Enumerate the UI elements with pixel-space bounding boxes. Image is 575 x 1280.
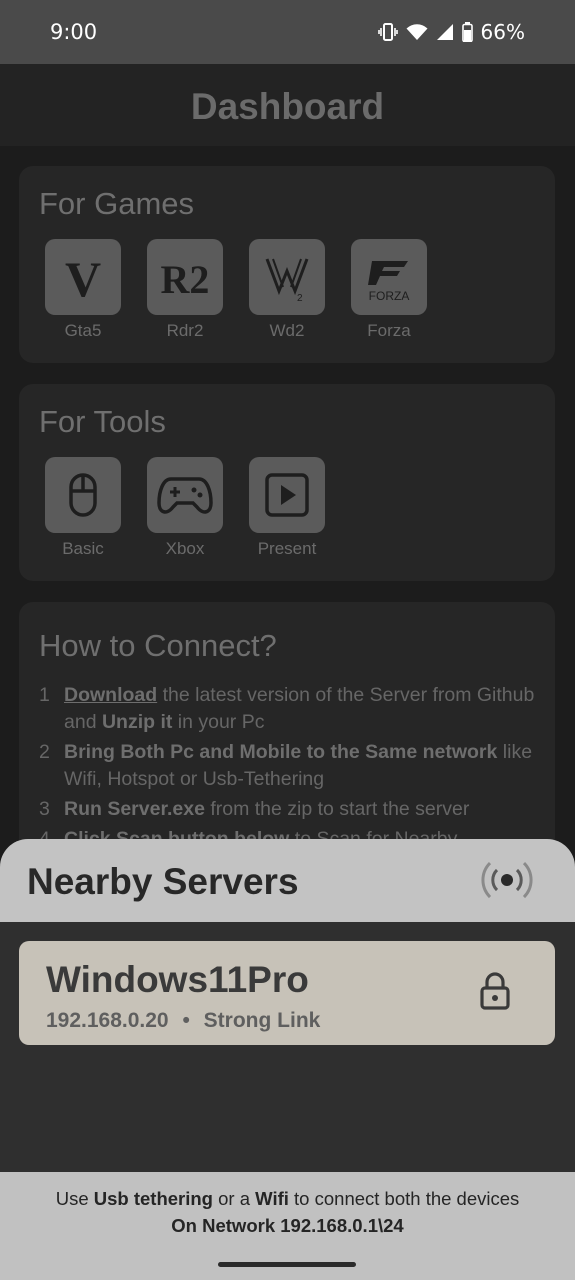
tile-forza[interactable]: FORZA Forza	[351, 239, 427, 341]
sheet-title: Nearby Servers	[27, 861, 299, 902]
tile-label-xbox: Xbox	[165, 539, 205, 558]
forza-glyph: FORZA	[369, 289, 410, 303]
step-emphasis: Bring Both Pc and Mobile to the Same net…	[64, 741, 498, 763]
status-time: 9:00	[50, 20, 98, 44]
meta-separator: •	[182, 1009, 190, 1032]
server-name: Windows11Pro	[46, 959, 309, 1000]
footer-text: Use	[55, 1188, 94, 1209]
gamepad-icon	[147, 457, 223, 533]
forza-logo-icon: FORZA	[351, 239, 427, 315]
tile-label-rdr2: Rdr2	[166, 321, 204, 340]
status-icons: 66%	[377, 20, 525, 44]
vibrate-icon	[377, 23, 398, 41]
tile-wd2[interactable]: 2 Wd2	[249, 239, 325, 341]
sheet-header: Nearby Servers	[0, 839, 575, 922]
rdr2-glyph: R2	[161, 257, 210, 302]
howto-title: How to Connect?	[39, 628, 277, 663]
gta5-logo-icon: V	[45, 239, 121, 315]
play-icon	[249, 457, 325, 533]
tile-gta5[interactable]: V Gta5	[45, 239, 121, 341]
step-number: 2	[39, 741, 50, 763]
step-number: 3	[39, 798, 50, 820]
footer-text: to connect both the devices	[288, 1188, 520, 1209]
step-3: 3 Run Server.exe from the zip to start t…	[39, 796, 535, 823]
step-emphasis: Unzip it	[101, 711, 173, 733]
broadcast-icon	[481, 861, 533, 899]
battery-icon	[461, 22, 473, 42]
wd2-logo-icon: 2	[249, 239, 325, 315]
gta5-glyph: V	[65, 251, 101, 307]
footer-emphasis: Wifi	[255, 1188, 289, 1209]
lock-icon	[479, 971, 511, 1016]
app-bar: Dashboard	[0, 64, 575, 146]
tile-label-present: Present	[257, 539, 317, 558]
tile-present[interactable]: Present	[249, 457, 325, 559]
games-card: For Games V Gta5 R2 Rdr2 2 Wd2 FORZA For…	[19, 166, 555, 363]
step-2: 2 Bring Both Pc and Mobile to the Same n…	[39, 739, 535, 793]
howto-steps: 1 Download the latest version of the Ser…	[39, 682, 535, 856]
wifi-icon	[406, 24, 428, 40]
tools-title: For Tools	[39, 404, 166, 439]
tools-card: For Tools Basic Xbox Present	[19, 384, 555, 581]
step-1: 1 Download the latest version of the Ser…	[39, 682, 535, 736]
footer-hint: Use Usb tethering or a Wifi to connect b…	[0, 1188, 575, 1210]
server-ip: 192.168.0.20	[46, 1009, 169, 1032]
status-bar: 9:00 66%	[0, 0, 575, 64]
tile-label-forza: Forza	[367, 321, 411, 340]
server-link-strength: Strong Link	[203, 1009, 321, 1032]
tile-rdr2[interactable]: R2 Rdr2	[147, 239, 223, 341]
server-item-windows11pro[interactable]: Windows11Pro 192.168.0.20 • Strong Link	[19, 941, 555, 1045]
page-title: Dashboard	[190, 86, 385, 127]
tile-xbox[interactable]: Xbox	[147, 457, 223, 559]
step-emphasis: Run Server.exe	[64, 798, 205, 820]
server-meta: 192.168.0.20 • Strong Link	[46, 1009, 320, 1033]
step-number: 1	[39, 684, 50, 706]
signal-icon	[436, 24, 453, 40]
download-link[interactable]: Download	[64, 684, 157, 706]
tile-basic[interactable]: Basic	[45, 457, 121, 559]
step-text: from the zip to start the server	[204, 798, 470, 820]
tile-label-wd2: Wd2	[269, 321, 305, 340]
battery-percent: 66%	[480, 20, 525, 44]
mouse-icon	[45, 457, 121, 533]
games-title: For Games	[39, 186, 195, 221]
footer-emphasis: Usb tethering	[93, 1188, 213, 1209]
network-address: On Network 192.168.0.1\24	[171, 1215, 404, 1236]
home-indicator[interactable]	[218, 1262, 356, 1267]
step-text: in your Pc	[172, 711, 265, 733]
svg-text:2: 2	[297, 293, 303, 304]
tile-label-gta5: Gta5	[64, 321, 102, 340]
footer-text: or a	[212, 1188, 256, 1209]
tile-label-basic: Basic	[62, 539, 104, 558]
scan-button[interactable]	[479, 857, 535, 903]
rdr2-logo-icon: R2	[147, 239, 223, 315]
